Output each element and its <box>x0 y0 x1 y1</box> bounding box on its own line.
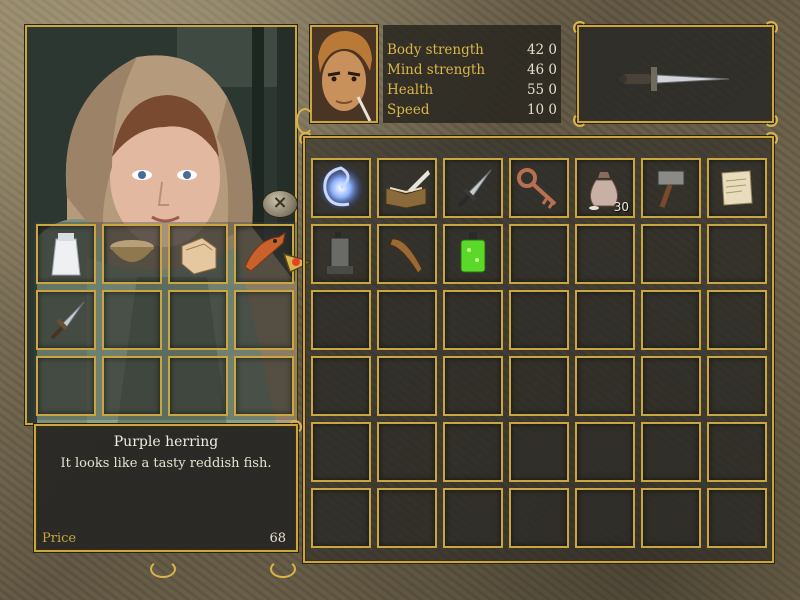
inventory-slot[interactable] <box>575 356 635 416</box>
inventory-slot[interactable] <box>377 422 437 482</box>
inventory-slot[interactable] <box>509 422 569 482</box>
inventory-slot[interactable]: 30 <box>575 158 635 218</box>
merchant-slot[interactable] <box>168 224 228 284</box>
inventory-slot[interactable] <box>311 290 371 350</box>
stat-row-health: Health 55 0 <box>387 82 557 102</box>
inventory-slot[interactable] <box>575 224 635 284</box>
inventory-slot[interactable] <box>509 158 569 218</box>
dagger-icon <box>38 292 94 348</box>
inventory-slot[interactable] <box>377 488 437 548</box>
price-value: 68 <box>269 531 286 546</box>
wooden-club-icon <box>379 226 435 282</box>
inventory-slot[interactable] <box>641 290 701 350</box>
inventory-slot[interactable] <box>311 356 371 416</box>
merchant-slot[interactable] <box>168 356 228 416</box>
bowl-icon <box>104 226 160 282</box>
trade-screen: × Purple herring It looks like a tasty r… <box>0 0 800 600</box>
inventory-slot[interactable] <box>707 290 767 350</box>
inventory-slot[interactable] <box>707 356 767 416</box>
frame-flourish <box>296 108 314 134</box>
inventory-slot[interactable] <box>443 158 503 218</box>
inventory-slot[interactable] <box>575 290 635 350</box>
inventory-slot[interactable] <box>575 488 635 548</box>
merchant-slot[interactable] <box>168 290 228 350</box>
bread-loaf-icon <box>170 226 226 282</box>
merchant-slot[interactable] <box>102 224 162 284</box>
inventory-slot[interactable] <box>443 224 503 284</box>
merchant-slot[interactable] <box>36 290 96 350</box>
player-stats: Body strength 42 0 Mind strength 46 0 He… <box>383 25 561 123</box>
close-button[interactable]: × <box>262 190 298 218</box>
inventory-slot[interactable] <box>377 290 437 350</box>
inventory-slot[interactable] <box>443 290 503 350</box>
swirl-portal-icon <box>313 160 369 216</box>
stat-label: Body strength <box>387 42 484 58</box>
inventory-slot[interactable] <box>641 158 701 218</box>
inventory-slot[interactable] <box>641 224 701 284</box>
stat-row-body-strength: Body strength 42 0 <box>387 42 557 62</box>
inventory-slot[interactable] <box>377 356 437 416</box>
equipped-weapon-slot[interactable] <box>573 21 778 127</box>
stat-label: Mind strength <box>387 62 486 78</box>
stat-value: 10 0 <box>526 102 557 118</box>
inventory-slot[interactable] <box>641 422 701 482</box>
stat-value: 55 0 <box>526 82 557 98</box>
inventory-slot[interactable] <box>641 356 701 416</box>
inventory-slot[interactable] <box>311 422 371 482</box>
hammer-icon <box>643 160 699 216</box>
book-quill-icon <box>379 160 435 216</box>
merchant-slot[interactable] <box>36 224 96 284</box>
merchant-slot[interactable] <box>36 356 96 416</box>
item-name: Purple herring <box>113 434 219 450</box>
inventory-slot[interactable] <box>707 224 767 284</box>
inventory-slot[interactable] <box>641 488 701 548</box>
merchant-slot[interactable] <box>234 356 294 416</box>
inventory-slot[interactable] <box>509 488 569 548</box>
dagger-icon <box>619 67 730 91</box>
merchant-slot[interactable] <box>234 290 294 350</box>
inventory-slot[interactable] <box>575 422 635 482</box>
inventory-slot[interactable] <box>443 488 503 548</box>
scroll-icon <box>709 160 765 216</box>
stat-row-mind-strength: Mind strength 46 0 <box>387 62 557 82</box>
key-icon <box>511 160 567 216</box>
inventory-slot[interactable] <box>509 290 569 350</box>
stat-value: 46 0 <box>526 62 557 78</box>
item-description: It looks like a tasty reddish fish. <box>60 456 272 471</box>
inventory-slot[interactable] <box>311 158 371 218</box>
frame-flourish <box>150 560 176 578</box>
player-face-image <box>312 27 376 121</box>
dagger-icon <box>445 160 501 216</box>
stat-value: 42 0 <box>526 42 557 58</box>
stat-row-speed: Speed 10 0 <box>387 102 557 122</box>
inventory-slot[interactable] <box>377 224 437 284</box>
price-label: Price <box>42 531 77 546</box>
inventory-slot[interactable] <box>311 488 371 548</box>
inventory-slot[interactable] <box>707 488 767 548</box>
inventory-slot[interactable] <box>707 158 767 218</box>
inventory-slot[interactable] <box>443 356 503 416</box>
item-description-panel: Purple herring It looks like a tasty red… <box>34 420 302 552</box>
flour-sack-icon <box>38 226 94 282</box>
lantern-icon <box>313 226 369 282</box>
inventory-slot[interactable] <box>509 224 569 284</box>
green-potion-icon <box>445 226 501 282</box>
player-portrait <box>310 25 378 123</box>
inventory-slot[interactable] <box>443 422 503 482</box>
stat-label: Health <box>387 82 434 98</box>
inventory-slot[interactable] <box>311 224 371 284</box>
merchant-slot[interactable] <box>102 290 162 350</box>
inventory-slot[interactable] <box>509 356 569 416</box>
item-quantity: 30 <box>613 200 629 214</box>
inventory-slot[interactable] <box>707 422 767 482</box>
inventory-slot[interactable] <box>377 158 437 218</box>
frame-flourish <box>270 560 296 578</box>
stat-label: Speed <box>387 102 430 118</box>
merchant-slot[interactable] <box>102 356 162 416</box>
